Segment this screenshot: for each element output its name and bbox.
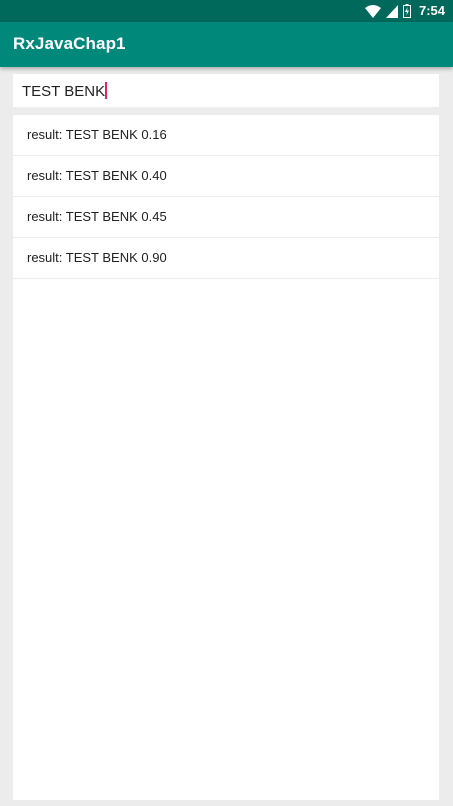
status-bar: 7:54 <box>0 0 453 22</box>
list-item-label: result: TEST BENK 0.45 <box>27 209 167 224</box>
list-item[interactable]: result: TEST BENK 0.90 <box>13 238 439 279</box>
search-input[interactable]: TEST BENK <box>22 82 107 101</box>
list-item[interactable]: result: TEST BENK 0.45 <box>13 197 439 238</box>
search-input-value: TEST BENK <box>22 83 106 100</box>
list-item-label: result: TEST BENK 0.40 <box>27 168 167 183</box>
list-item-label: result: TEST BENK 0.90 <box>27 250 167 265</box>
status-icons: 7:54 <box>364 3 445 19</box>
status-time: 7:54 <box>418 3 445 18</box>
list-item[interactable]: result: TEST BENK 0.40 <box>13 156 439 197</box>
app-title: RxJavaChap1 <box>13 34 126 53</box>
list-item-label: result: TEST BENK 0.16 <box>27 127 167 142</box>
app-bar: RxJavaChap1 <box>0 22 453 67</box>
cell-signal-icon <box>385 4 398 18</box>
list-item[interactable]: result: TEST BENK 0.16 <box>13 115 439 156</box>
battery-charging-icon <box>402 4 411 18</box>
results-list: result: TEST BENK 0.16 result: TEST BENK… <box>13 115 439 800</box>
search-field[interactable]: TEST BENK <box>13 74 439 107</box>
text-caret <box>105 82 107 99</box>
wifi-icon <box>364 4 381 18</box>
